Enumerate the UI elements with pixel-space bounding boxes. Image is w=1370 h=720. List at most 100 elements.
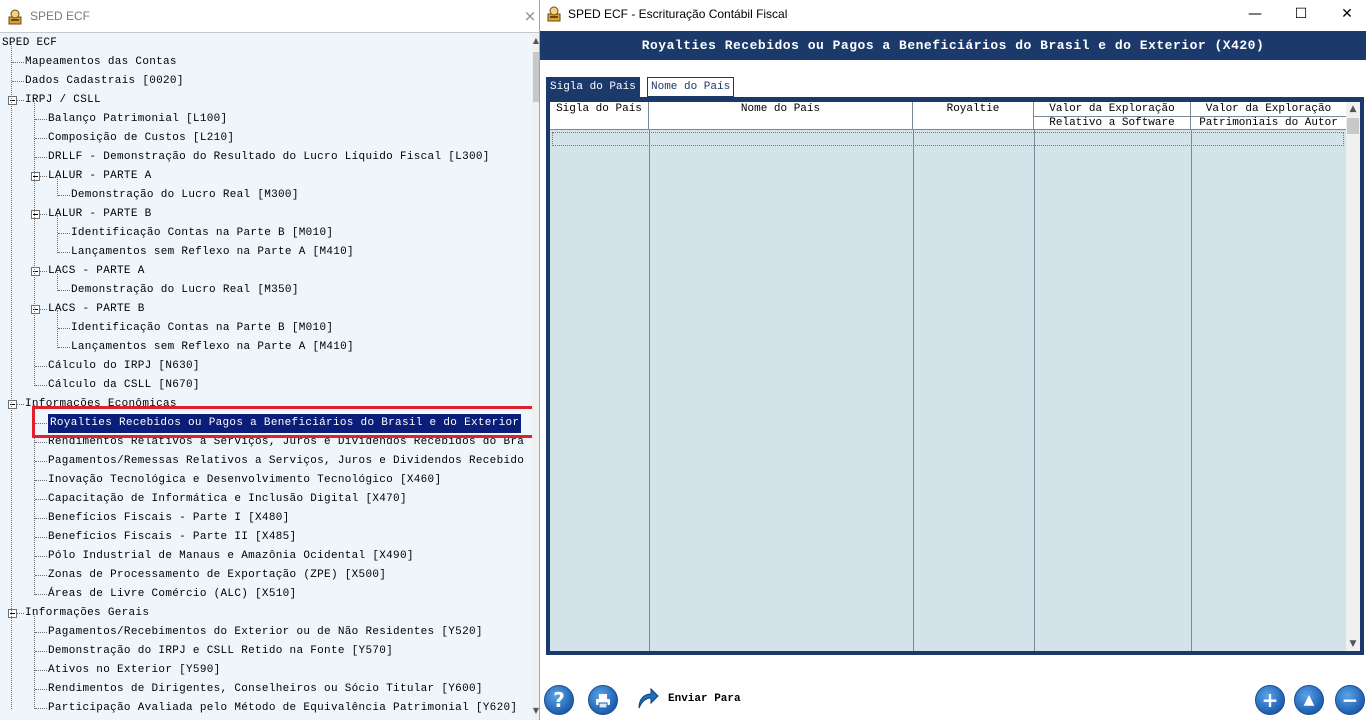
collapse-icon[interactable] — [31, 172, 40, 181]
help-button[interactable]: ? — [544, 685, 574, 715]
tree-guide-line — [11, 44, 12, 709]
tree-node[interactable]: Pólo Industrial de Manaus e Amazônia Oci… — [0, 547, 532, 566]
tree-node[interactable]: Rendimentos de Dirigentes, Conselheiros … — [0, 680, 532, 699]
tree-node[interactable]: Cálculo do IRPJ [N630] — [0, 357, 532, 376]
tree-node-label: Benefícios Fiscais - Parte II [X485] — [48, 531, 297, 543]
send-to-label[interactable]: Enviar Para — [668, 693, 741, 705]
navigation-tree[interactable]: SPED ECF Mapeamentos das Contas Dados Cada… — [0, 34, 532, 720]
tree-connector — [58, 347, 70, 348]
collapse-icon[interactable] — [8, 400, 17, 409]
scroll-thumb[interactable] — [1347, 118, 1359, 134]
tree-guide-line — [57, 272, 58, 291]
tree-node-expandable[interactable]: IRPJ / CSLL — [0, 91, 532, 110]
grid-scrollbar[interactable]: ▲ ▼ — [1346, 102, 1360, 651]
tab-sigla-do-pais[interactable]: Sigla do País — [546, 77, 640, 97]
tab-nome-do-pais[interactable]: Nome do País — [647, 77, 735, 97]
tree-node[interactable]: Mapeamentos das Contas — [0, 53, 532, 72]
tree-node[interactable]: Demonstração do Lucro Real [M300] — [0, 186, 532, 205]
tree-node-label: Cálculo do IRPJ [N630] — [48, 360, 200, 372]
tree-node[interactable]: Zonas de Processamento de Exportação (ZP… — [0, 566, 532, 585]
tree-node[interactable]: Participação Avaliada pelo Método de Equ… — [0, 699, 532, 718]
tree-node[interactable]: Rendimentos Relativos a Serviços, Juros … — [0, 433, 532, 452]
move-up-button[interactable]: ▲ — [1294, 685, 1324, 715]
print-button[interactable] — [588, 685, 618, 715]
column-header-valor-autor[interactable]: Valor da Exploração Patrimoniais do Auto… — [1191, 102, 1346, 130]
tree-node-label: Lançamentos sem Reflexo na Parte A [M410… — [71, 246, 354, 258]
column-header-sigla[interactable]: Sigla do País — [550, 102, 649, 130]
tree-node[interactable]: Royalties Recebidos ou Pagos a Beneficiá… — [0, 413, 532, 434]
tree-node[interactable]: Identificação Contas na Parte B [M010] — [0, 224, 532, 243]
tree-node-expandable[interactable]: Informações Gerais — [0, 604, 532, 623]
tree-node[interactable]: Pagamentos/Recebimentos do Exterior ou d… — [0, 623, 532, 642]
tree-node-expandable[interactable]: LALUR - PARTE B — [0, 205, 532, 224]
tree-node[interactable]: Cálculo da CSLL [N670] — [0, 376, 532, 395]
tree-node-label: Rendimentos de Dirigentes, Conselheiros … — [48, 683, 483, 695]
tree-node[interactable]: Identificação Contas na Parte B [M010] — [0, 319, 532, 338]
tree-scrollbar[interactable]: ▲ ▼ — [532, 34, 539, 720]
tree-connector — [58, 328, 70, 329]
tree-node-expandable[interactable]: LALUR - PARTE A — [0, 167, 532, 186]
collapse-icon[interactable] — [31, 267, 40, 276]
tree-node-label: DRLLF - Demonstração do Resultado do Luc… — [48, 151, 490, 163]
tree-node[interactable]: Benefícios Fiscais - Parte II [X485] — [0, 528, 532, 547]
scroll-up-icon[interactable]: ▲ — [532, 36, 539, 48]
tree-node-label: Capacitação de Informática e Inclusão Di… — [48, 493, 407, 505]
tree-node-label: Dados Cadastrais [0020] — [25, 75, 184, 87]
remove-button[interactable]: − — [1335, 685, 1365, 715]
close-icon[interactable]: × — [522, 6, 538, 26]
tree-node[interactable]: Composição de Custos [L210] — [0, 129, 532, 148]
tree-guide-line — [57, 310, 58, 348]
tree-node[interactable]: Capacitação de Informática e Inclusão Di… — [0, 490, 532, 509]
tree-node[interactable]: Demonstração do IRPJ e CSLL Retido na Fo… — [0, 642, 532, 661]
tree-node[interactable]: Lançamentos sem Reflexo na Parte A [M410… — [0, 338, 532, 357]
tree-node[interactable]: Demonstração do Lucro Real [M350] — [0, 281, 532, 300]
tree-node-label: Ativos no Exterior [Y590] — [48, 664, 221, 676]
sped-app-icon — [8, 9, 22, 25]
tree-node-label: Identificação Contas na Parte B [M010] — [71, 227, 334, 239]
tree-connector — [35, 575, 47, 576]
close-button[interactable]: ✕ — [1324, 0, 1370, 30]
tree-node[interactable]: Benefícios Fiscais - Parte I [X480] — [0, 509, 532, 528]
tree-node-expandable[interactable]: LACS - PARTE B — [0, 300, 532, 319]
tree-node-label: Lançamentos sem Reflexo na Parte A [M410… — [71, 341, 354, 353]
tree-node[interactable]: DRLLF - Demonstração do Resultado do Luc… — [0, 148, 532, 167]
tree-node[interactable]: Balanço Patrimonial [L100] — [0, 110, 532, 129]
tree-node-label: Cálculo da CSLL [N670] — [48, 379, 200, 391]
scroll-thumb[interactable] — [533, 52, 539, 102]
tree-node-label: LALUR - PARTE A — [48, 170, 152, 182]
collapse-icon[interactable] — [8, 609, 17, 618]
tree-node-expandable[interactable]: Informações Econômicas — [0, 395, 532, 414]
tree-node-expandable[interactable]: LACS - PARTE A — [0, 262, 532, 281]
main-window-titlebar[interactable]: SPED ECF - Escrituração Contábil Fiscal … — [540, 0, 1370, 30]
maximize-button[interactable]: ☐ — [1278, 0, 1324, 30]
tree-node[interactable]: SPED ECF — [0, 34, 532, 53]
tree-node[interactable]: Pagamentos/Remessas Relativos a Serviços… — [0, 452, 532, 471]
tree-node[interactable]: Áreas de Livre Comércio (ALC) [X510] — [0, 585, 532, 604]
tree-window-titlebar[interactable]: SPED ECF × — [0, 0, 539, 33]
column-header-royaltie[interactable]: Royaltie — [913, 102, 1034, 130]
column-header-nome[interactable]: Nome do País — [649, 102, 913, 130]
tree-node[interactable]: Ativos no Exterior [Y590] — [0, 661, 532, 680]
tree-node[interactable]: Lançamentos sem Reflexo na Parte A [M410… — [0, 243, 532, 262]
collapse-icon[interactable] — [31, 305, 40, 314]
table-row[interactable] — [552, 132, 1344, 146]
data-grid[interactable]: Sigla do País Nome do País Royaltie Valo… — [550, 102, 1360, 651]
tree-node[interactable]: Inovação Tecnológica e Desenvolvimento T… — [0, 471, 532, 490]
tree-connector — [58, 290, 70, 291]
tree-node-label-selected: Royalties Recebidos ou Pagos a Beneficiá… — [46, 413, 523, 434]
tree-guide-line — [57, 215, 58, 253]
scroll-up-icon[interactable]: ▲ — [1346, 102, 1360, 116]
tree-node-label: Demonstração do Lucro Real [M300] — [71, 189, 299, 201]
column-header-valor-software[interactable]: Valor da Exploração Relativo a Software — [1034, 102, 1191, 130]
tree-node[interactable]: Dados Cadastrais [0020] — [0, 72, 532, 91]
tree-connector — [35, 138, 47, 139]
scroll-down-icon[interactable]: ▼ — [532, 706, 539, 718]
collapse-icon[interactable] — [31, 210, 40, 219]
scroll-down-icon[interactable]: ▼ — [1346, 637, 1360, 651]
tree-connector — [35, 385, 47, 386]
add-button[interactable]: + — [1255, 685, 1285, 715]
send-arrow-icon[interactable] — [635, 686, 659, 710]
tree-connector — [35, 594, 47, 595]
collapse-icon[interactable] — [8, 96, 17, 105]
minimize-button[interactable]: — — [1232, 0, 1278, 30]
